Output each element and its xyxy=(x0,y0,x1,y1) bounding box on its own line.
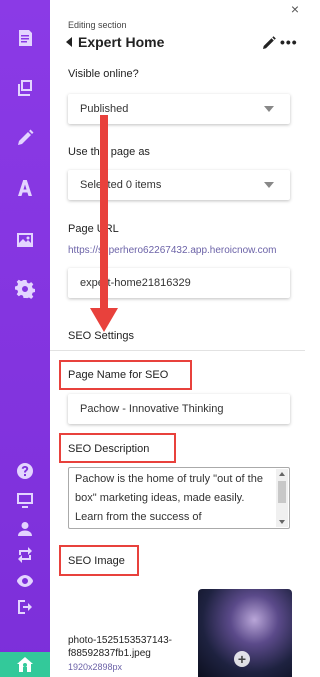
user-icon[interactable] xyxy=(0,515,50,543)
page-slug-input[interactable]: expert-home21816329 xyxy=(68,268,290,298)
more-options-icon[interactable]: ••• xyxy=(280,34,298,50)
seo-image-label: SEO Image xyxy=(68,555,125,567)
home-icon xyxy=(17,656,33,672)
visible-online-label: Visible online? xyxy=(68,68,139,80)
seo-description-textarea[interactable]: Pachow is the home of truly "out of the … xyxy=(68,467,290,529)
copy-icon[interactable] xyxy=(0,74,50,102)
scrollbar-thumb[interactable] xyxy=(278,481,286,503)
logout-icon[interactable] xyxy=(0,593,50,621)
seo-settings-heading: SEO Settings xyxy=(68,330,135,342)
font-icon[interactable] xyxy=(0,174,50,202)
use-page-as-value: Selected 0 items xyxy=(80,179,162,191)
add-image-icon[interactable]: + xyxy=(234,651,250,667)
sync-icon[interactable] xyxy=(0,541,50,569)
settings-icon[interactable] xyxy=(0,275,50,303)
home-button[interactable] xyxy=(0,652,50,677)
chevron-down-icon xyxy=(264,106,274,112)
section-title-row: Expert Home ••• xyxy=(66,34,298,52)
textarea-scrollbar[interactable] xyxy=(276,469,288,527)
rename-pencil-icon[interactable] xyxy=(262,36,276,50)
seo-image-dimensions: 1920x2898px xyxy=(68,662,123,672)
section-editor-panel: × Editing section Expert Home ••• Visibl… xyxy=(50,0,305,677)
page-slug-value: expert-home21816329 xyxy=(80,277,191,289)
seo-description-label: SEO Description xyxy=(68,443,150,455)
chevron-down-icon xyxy=(264,182,274,188)
visible-online-select[interactable]: Published xyxy=(68,94,290,124)
help-icon[interactable] xyxy=(0,457,50,485)
seo-image-thumbnail[interactable]: + xyxy=(198,589,292,677)
left-toolbar xyxy=(0,0,50,677)
page-url-link[interactable]: https://superhero62267432.app.heroicnow.… xyxy=(68,245,300,256)
seo-description-value: Pachow is the home of truly "out of the … xyxy=(75,473,263,523)
editing-section-label: Editing section xyxy=(68,20,127,30)
scroll-down-icon[interactable] xyxy=(279,520,285,524)
seo-image-filename: photo-1525153537143-f88592837fb1.jpeg xyxy=(68,635,172,659)
page-name-seo-label: Page Name for SEO xyxy=(68,369,169,381)
scroll-up-icon[interactable] xyxy=(279,472,285,476)
eye-icon[interactable] xyxy=(0,567,50,595)
use-page-as-label: Use this page as xyxy=(68,146,150,158)
page-url-label: Page URL xyxy=(68,223,119,235)
divider xyxy=(50,350,305,351)
section-title: Expert Home xyxy=(78,34,165,50)
visible-online-value: Published xyxy=(80,103,129,115)
page-name-seo-input[interactable]: Pachow - Innovative Thinking xyxy=(68,394,290,424)
back-icon[interactable] xyxy=(66,37,72,47)
pencil-icon[interactable] xyxy=(0,124,50,152)
close-icon[interactable]: × xyxy=(291,2,299,16)
document-icon[interactable] xyxy=(0,24,50,52)
monitor-icon[interactable] xyxy=(0,486,50,514)
page-name-seo-value: Pachow - Innovative Thinking xyxy=(80,403,224,415)
use-page-as-select[interactable]: Selected 0 items xyxy=(68,170,290,200)
image-icon[interactable] xyxy=(0,226,50,254)
